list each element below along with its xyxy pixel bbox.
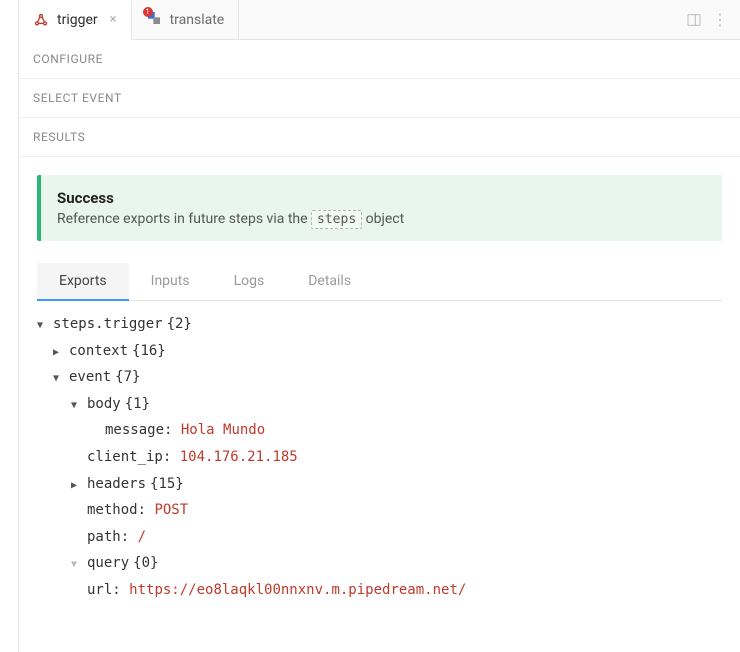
caret-right-icon[interactable]	[71, 471, 83, 498]
results-body: Success Reference exports in future step…	[19, 157, 740, 652]
tree-url[interactable]: url: https://eo8laqkl00nnxnv.m.pipedream…	[37, 577, 722, 604]
tree-client-ip[interactable]: client_ip: 104.176.21.185	[37, 444, 722, 471]
tree-query[interactable]: query {0}	[37, 550, 722, 577]
more-vertical-icon[interactable]: ⋮	[712, 10, 728, 29]
tree-body[interactable]: body {1}	[37, 391, 722, 418]
exports-tree: steps.trigger {2} context {16} event {7}…	[37, 301, 722, 624]
subtab-details[interactable]: Details	[286, 263, 373, 300]
section-select-event[interactable]: SELECT EVENT	[19, 79, 740, 118]
subtab-logs[interactable]: Logs	[212, 263, 287, 300]
caret-down-icon[interactable]	[53, 364, 65, 391]
section-configure[interactable]: CONFIGURE	[19, 40, 740, 79]
tabbar-actions: ⋮	[674, 0, 740, 39]
caret-down-icon[interactable]	[37, 311, 49, 338]
notification-badge: 1	[143, 7, 153, 17]
tab-trigger[interactable]: trigger ×	[19, 0, 132, 40]
method-value: POST	[154, 497, 188, 524]
webhook-icon	[33, 12, 49, 28]
tree-root[interactable]: steps.trigger {2}	[37, 311, 722, 338]
tree-path[interactable]: path: /	[37, 524, 722, 551]
tab-translate-label: translate	[170, 12, 225, 28]
tree-event[interactable]: event {7}	[37, 364, 722, 391]
tree-method[interactable]: method: POST	[37, 497, 722, 524]
tab-trigger-label: trigger	[57, 12, 98, 28]
tree-context[interactable]: context {16}	[37, 338, 722, 365]
close-icon[interactable]: ×	[110, 12, 117, 27]
caret-down-icon[interactable]	[71, 391, 83, 418]
subtab-inputs[interactable]: Inputs	[129, 263, 212, 300]
editor-tabbar: trigger × 1 translate ⋮	[19, 0, 740, 40]
url-value: https://eo8laqkl00nnxnv.m.pipedream.net/	[129, 577, 466, 604]
tree-headers[interactable]: headers {15}	[37, 471, 722, 498]
message-value: Hola Mundo	[181, 417, 265, 444]
panel-layout-icon[interactable]	[686, 12, 702, 28]
caret-down-icon[interactable]	[71, 550, 83, 577]
banner-subtitle: Reference exports in future steps via th…	[57, 211, 706, 227]
client-ip-value: 104.176.21.185	[180, 444, 298, 471]
banner-title: Success	[57, 189, 706, 207]
subtab-exports[interactable]: Exports	[37, 263, 129, 301]
section-results[interactable]: RESULTS	[19, 118, 740, 157]
tree-body-message[interactable]: message: Hola Mundo	[37, 417, 722, 444]
path-value: /	[138, 524, 146, 551]
tab-translate[interactable]: 1 translate	[132, 0, 240, 39]
success-banner: Success Reference exports in future step…	[37, 175, 722, 241]
caret-right-icon[interactable]	[53, 338, 65, 365]
steps-code-chip: steps	[311, 210, 362, 229]
subtab-row: Exports Inputs Logs Details	[37, 263, 722, 301]
